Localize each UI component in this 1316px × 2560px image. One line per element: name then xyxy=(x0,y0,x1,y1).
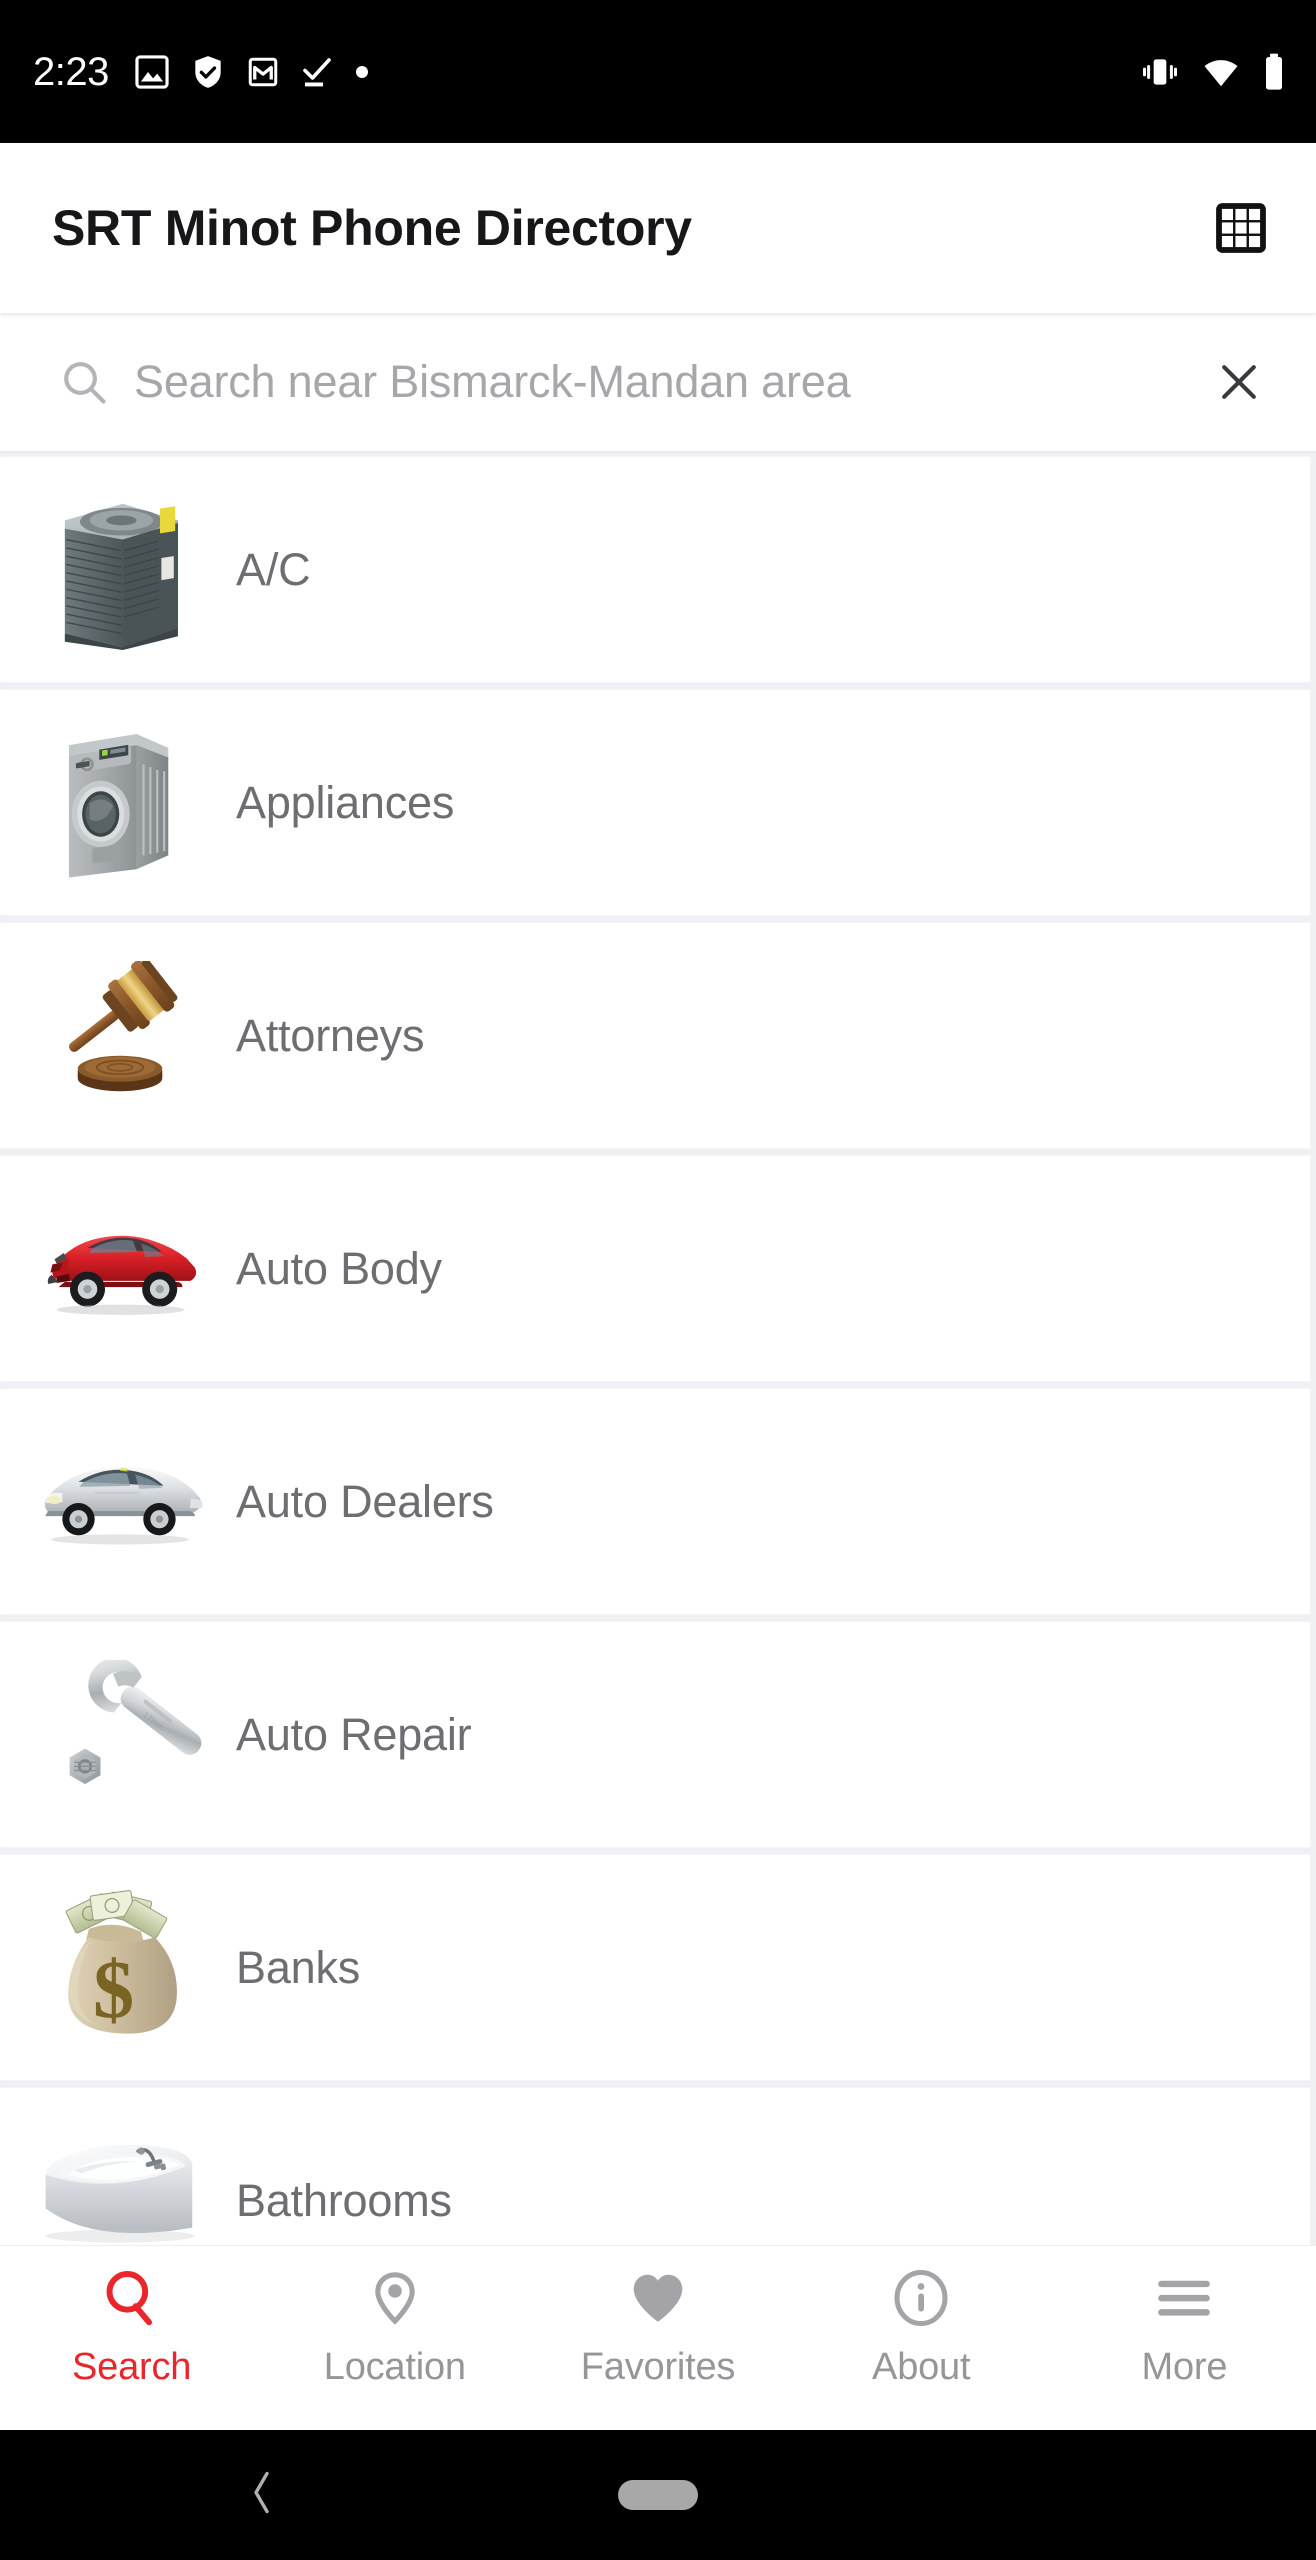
category-label: Bathrooms xyxy=(236,2174,452,2226)
status-bar: 2:23 xyxy=(0,0,1316,143)
svg-text:$: $ xyxy=(93,1943,134,2035)
wrench-and-bolt-icon: 17mm xyxy=(69,1659,201,1784)
info-icon xyxy=(891,2260,951,2336)
dot-icon xyxy=(355,65,368,78)
category-thumbnail xyxy=(22,1414,218,1589)
search-icon xyxy=(101,2260,163,2336)
category-label: Auto Body xyxy=(236,1242,442,1294)
silver-sedan-icon xyxy=(45,1466,203,1544)
list-item[interactable]: Auto Dealers xyxy=(0,1388,1311,1615)
corner-bathtub-icon xyxy=(45,2144,195,2242)
category-thumbnail xyxy=(22,1181,218,1356)
gavel-icon xyxy=(69,960,178,1091)
nav-item-about[interactable]: About xyxy=(790,2260,1053,2389)
nav-item-favorites[interactable]: Favorites xyxy=(526,2260,789,2389)
status-notification-icons xyxy=(133,53,371,91)
nav-label: Location xyxy=(323,2346,466,2388)
close-icon xyxy=(1222,365,1256,399)
damaged-red-car-icon xyxy=(47,1235,196,1315)
wifi-icon xyxy=(1204,59,1238,86)
list-item[interactable]: $ Banks xyxy=(0,1854,1311,2081)
vibrate-icon xyxy=(1142,58,1178,85)
chevron-left-icon xyxy=(254,2471,269,2514)
washing-machine-icon xyxy=(68,733,169,877)
home-pill-icon[interactable] xyxy=(618,2480,698,2510)
category-thumbnail xyxy=(22,2113,218,2245)
shield-check-icon xyxy=(195,55,221,88)
category-thumbnail xyxy=(22,715,218,890)
nav-label: About xyxy=(872,2346,971,2388)
hamburger-icon xyxy=(1153,2260,1215,2336)
category-thumbnail xyxy=(22,482,218,657)
battery-icon xyxy=(1266,53,1282,90)
nav-item-location[interactable]: Location xyxy=(263,2260,526,2389)
page-title: SRT Minot Phone Directory xyxy=(52,200,692,256)
category-label: Appliances xyxy=(236,776,455,828)
category-label: Auto Dealers xyxy=(236,1475,494,1527)
search-bar xyxy=(0,313,1316,453)
search-input[interactable] xyxy=(134,356,1196,408)
nav-item-more[interactable]: More xyxy=(1053,2260,1316,2389)
heart-icon xyxy=(627,2260,689,2336)
category-thumbnail xyxy=(22,948,218,1123)
list-item[interactable]: 17mm Auto Repair xyxy=(0,1621,1311,1848)
category-thumbnail: $ xyxy=(22,1880,218,2055)
clear-search-button[interactable] xyxy=(1206,349,1272,415)
app-bar: SRT Minot Phone Directory xyxy=(0,143,1316,313)
category-list[interactable]: A/C Appliances Attorneys Auto Body Auto … xyxy=(0,453,1316,2245)
list-item[interactable]: Auto Body xyxy=(0,1155,1311,1382)
category-label: Banks xyxy=(236,1941,361,1993)
list-item[interactable]: Attorneys xyxy=(0,922,1311,1149)
status-clock: 2:23 xyxy=(33,49,109,94)
list-item[interactable]: Bathrooms xyxy=(0,2087,1311,2245)
list-item[interactable]: Appliances xyxy=(0,689,1311,916)
list-item[interactable]: A/C xyxy=(0,456,1311,683)
nav-label: Favorites xyxy=(580,2346,736,2388)
grid-view-button[interactable] xyxy=(1204,191,1278,265)
air-conditioner-unit-icon xyxy=(64,503,178,650)
category-label: A/C xyxy=(236,543,311,595)
category-label: Attorneys xyxy=(236,1009,425,1061)
map-pin-icon xyxy=(366,2260,424,2336)
category-thumbnail: 17mm xyxy=(22,1647,218,1822)
gmail-icon xyxy=(248,57,278,86)
status-system-icons xyxy=(1140,52,1286,92)
nav-label: Search xyxy=(72,2346,192,2388)
bottom-navigation: Search Location Favorites About More xyxy=(0,2245,1316,2430)
system-navigation-bar xyxy=(0,2430,1316,2560)
image-icon xyxy=(135,54,169,89)
nav-item-search[interactable]: Search xyxy=(0,2260,263,2389)
nav-label: More xyxy=(1141,2346,1228,2388)
phone-screen: 2:23 SRT Minot Phone Directory Search ne… xyxy=(0,0,1316,2560)
search-icon xyxy=(64,362,106,404)
back-button[interactable] xyxy=(245,2469,279,2522)
task-check-icon xyxy=(303,57,331,86)
category-label: Auto Repair xyxy=(236,1708,472,1760)
money-bag-icon: $ xyxy=(65,1890,177,2035)
grid-icon xyxy=(1216,203,1266,253)
